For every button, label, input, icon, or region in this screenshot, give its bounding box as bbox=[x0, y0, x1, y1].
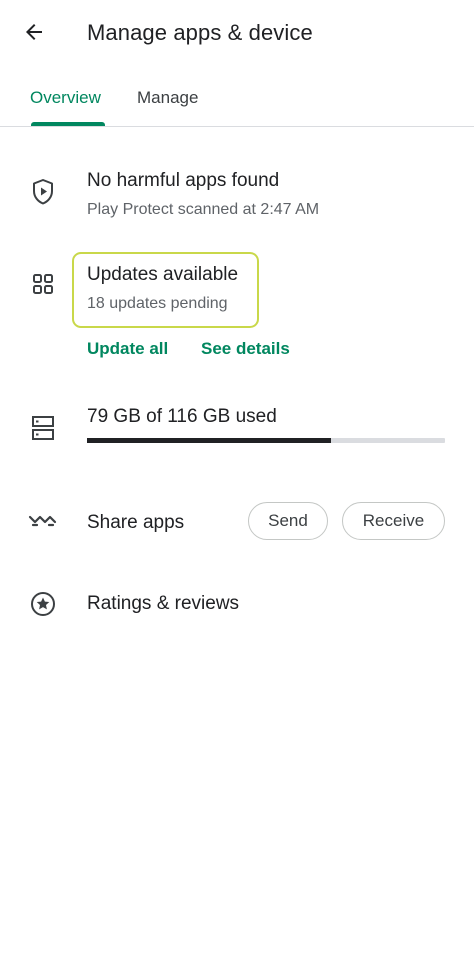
nearby-share-icon bbox=[27, 510, 59, 532]
send-button[interactable]: Send bbox=[248, 502, 328, 540]
tab-overview[interactable]: Overview bbox=[30, 88, 101, 108]
arrow-back-icon bbox=[22, 20, 46, 49]
storage-usage-text: 79 GB of 116 GB used bbox=[87, 406, 277, 427]
tab-bar: Overview Manage bbox=[0, 80, 474, 127]
tab-selected-indicator bbox=[31, 122, 105, 126]
protect-status-title: No harmful apps found bbox=[87, 170, 280, 191]
protect-status-subtitle: Play Protect scanned at 2:47 AM bbox=[87, 201, 320, 218]
top-app-bar: Manage apps & device bbox=[0, 0, 474, 68]
update-all-button[interactable]: Update all bbox=[87, 339, 168, 359]
apps-grid-icon bbox=[30, 271, 56, 297]
tab-manage[interactable]: Manage bbox=[137, 88, 198, 108]
page-title: Manage apps & device bbox=[87, 20, 313, 45]
storage-usage-bar bbox=[87, 438, 445, 443]
back-button[interactable] bbox=[14, 16, 54, 52]
updates-subtitle: 18 updates pending bbox=[87, 295, 228, 312]
shield-play-icon bbox=[30, 177, 56, 207]
storage-icon bbox=[30, 414, 56, 442]
star-circle-icon bbox=[30, 591, 56, 617]
manage-apps-screen: Manage apps & device Overview Manage No … bbox=[0, 0, 474, 955]
receive-button[interactable]: Receive bbox=[342, 502, 445, 540]
share-apps-label: Share apps bbox=[87, 512, 185, 533]
see-details-button[interactable]: See details bbox=[201, 339, 290, 359]
updates-title: Updates available bbox=[87, 264, 239, 285]
storage-usage-fill bbox=[87, 438, 331, 443]
ratings-reviews-item[interactable]: Ratings & reviews bbox=[87, 593, 239, 615]
